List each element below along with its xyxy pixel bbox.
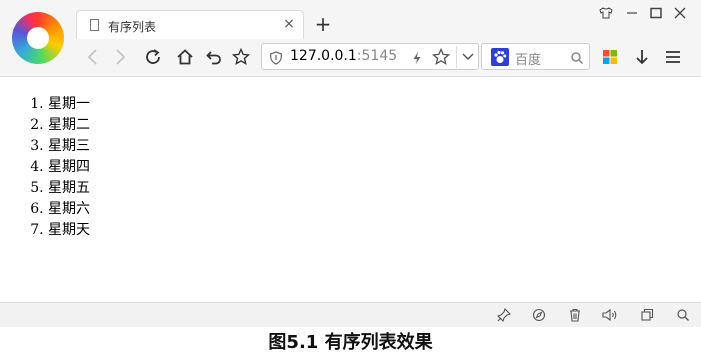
shirt-icon[interactable] (596, 6, 616, 26)
back-arrow-icon[interactable] (80, 45, 104, 69)
list-item: 星期天 (48, 220, 90, 241)
page-icon (90, 19, 99, 31)
zoom-icon[interactable] (674, 307, 692, 323)
chevron-down-icon[interactable] (458, 45, 478, 69)
list-item: 星期五 (48, 178, 90, 199)
home-icon[interactable] (173, 45, 197, 69)
star-icon[interactable] (229, 45, 253, 69)
figure-caption: 图5.1 有序列表效果 (268, 332, 433, 353)
pin-icon[interactable] (495, 307, 513, 323)
ordered-list: 星期一 星期二 星期三 星期四 星期五 星期六 星期天 (48, 94, 90, 241)
address-host: 127.0.0.1 (290, 48, 357, 64)
browser-chrome: 有序列表 × + 127.0.0.1:5145 百度 (0, 0, 701, 76)
shield-icon (269, 50, 283, 65)
page-content: 星期一 星期二 星期三 星期四 星期五 星期六 星期天 (0, 76, 701, 302)
list-item: 星期三 (48, 136, 90, 157)
download-icon[interactable] (630, 45, 654, 69)
minimize-icon[interactable] (622, 6, 642, 26)
paw-icon (491, 48, 509, 66)
menu-icon[interactable] (661, 45, 685, 69)
tab-close-icon[interactable]: × (281, 16, 297, 32)
list-item: 星期二 (48, 115, 90, 136)
speaker-icon[interactable] (601, 307, 619, 323)
tab-title: 有序列表 (108, 20, 157, 34)
window-close-icon[interactable] (670, 6, 690, 26)
compass-icon[interactable] (530, 307, 548, 323)
forward-arrow-icon[interactable] (109, 45, 133, 69)
lightning-icon[interactable] (412, 50, 422, 64)
list-item: 星期六 (48, 199, 90, 220)
search-engine-label: 百度 (515, 53, 542, 68)
list-item: 星期四 (48, 157, 90, 178)
search-box[interactable]: 百度 (481, 43, 590, 70)
address-divider (456, 46, 457, 68)
list-item: 星期一 (48, 94, 90, 115)
status-bar (0, 302, 701, 327)
address-port: :5145 (356, 48, 398, 64)
maximize-icon[interactable] (646, 6, 666, 26)
undo-icon[interactable] (202, 45, 226, 69)
window-restore-icon[interactable] (638, 307, 656, 323)
address-url: 127.0.0.1:5145 (290, 48, 397, 64)
browser-logo-center (27, 27, 49, 49)
new-tab-button[interactable]: + (314, 14, 332, 34)
reload-icon[interactable] (141, 45, 165, 69)
address-bar[interactable]: 127.0.0.1:5145 (261, 43, 479, 70)
trash-icon[interactable] (566, 307, 584, 323)
browser-tab[interactable]: 有序列表 × (76, 10, 304, 39)
favorite-star-icon[interactable] (431, 47, 451, 66)
magnifier-icon[interactable] (570, 50, 584, 65)
browser-logo[interactable] (12, 12, 64, 64)
apps-grid-icon[interactable] (598, 45, 622, 69)
